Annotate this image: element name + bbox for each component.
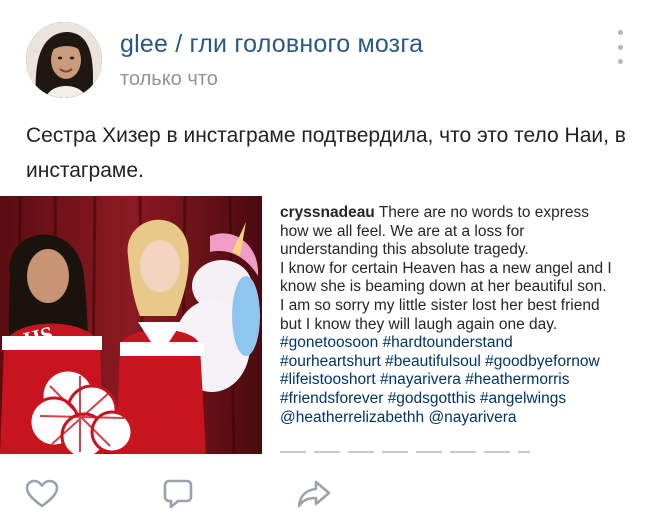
instagram-caption: cryssnadeau There are no words to expres… [280,204,646,427]
caption-line: understanding this absolute tragedy. [280,241,529,259]
caption-hashtags: #friendsforever #godsgotthis #angelwings [280,389,567,407]
comment-icon [163,479,193,509]
caption-line: know she is beaming down at her beautifu… [280,278,607,296]
heart-icon [25,479,59,508]
caption-hashtags: #lifeistooshort #nayarivera #heathermorr… [280,371,570,389]
more-dot [617,59,623,64]
comment-button[interactable] [156,474,200,514]
more-dot [617,44,623,50]
caption-hashtags: #gonetoosoon #hardtounderstand [280,334,513,352]
post-actions-bar [0,462,650,522]
caption-username: cryssnadeau [280,204,375,221]
group-avatar[interactable] [26,22,102,98]
more-options-icon[interactable] [614,30,626,64]
more-dot [617,30,623,35]
post-text: Сестра Хизер в инстаграме подтвердила, ч… [26,124,626,182]
caption-line: There are no words to express [378,204,590,221]
post-timestamp[interactable]: только что [120,68,218,91]
post-attachment-image[interactable]: HS cryssnadeau There are no words to exp… [0,196,650,454]
caption-line: but I know they will laugh again one day… [280,315,558,333]
wall-post: glee / гли головного мозга только что Се… [0,0,650,530]
caption-line: I know for certain Heaven has a new ange… [280,259,612,277]
post-header: glee / гли головного мозга только что [20,18,630,98]
caption-mentions: @heatherrelizabethh @nayarivera [280,408,517,426]
caption-line: how we all feel. We are at a loss for [280,222,525,240]
like-button[interactable] [20,474,64,514]
cropped-text-line [280,448,530,454]
share-button[interactable] [292,474,336,514]
cheerleaders-photo: HS [0,196,262,454]
group-name-link[interactable]: glee / гли головного мозга [120,30,423,59]
share-icon [297,480,331,508]
caption-line: I am so sorry my little sister lost her … [280,296,600,314]
caption-hashtags: #ourheartshurt #beautifulsoul #goodbyefo… [280,352,600,370]
